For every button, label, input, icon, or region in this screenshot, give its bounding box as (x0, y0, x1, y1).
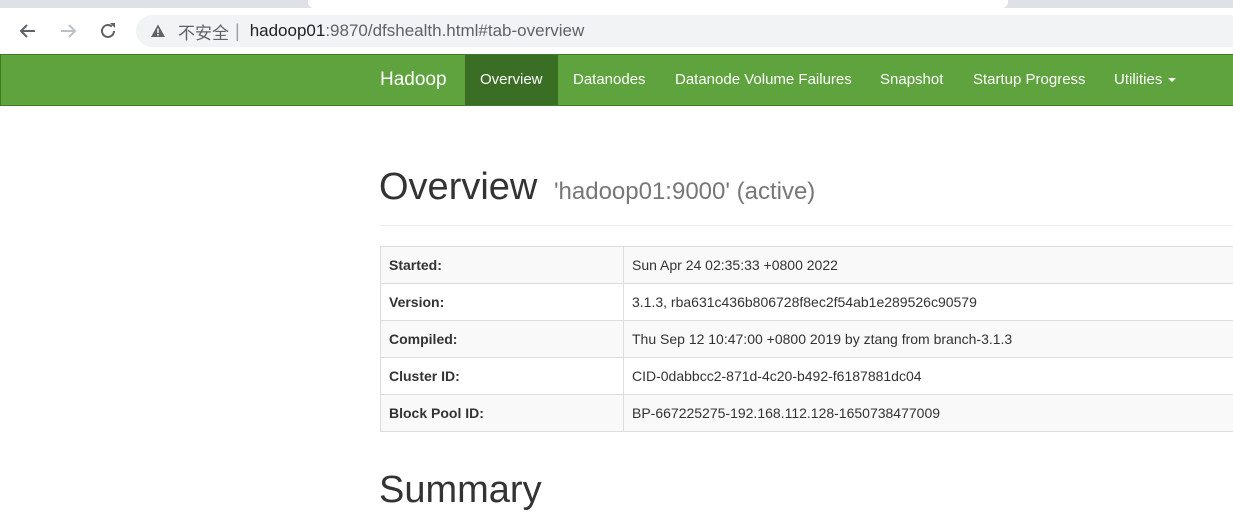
table-row: Block Pool ID: BP-667225275-192.168.112.… (381, 395, 1233, 432)
summary-title: Summary (379, 468, 542, 512)
block-pool-id-key: Block Pool ID: (381, 395, 624, 432)
nav-overview[interactable]: Overview (465, 55, 558, 105)
address-bar[interactable]: 不安全 | hadoop01 :9870/dfshealth.html#tab-… (136, 15, 1233, 47)
cluster-id-value: CID-0dabbcc2-871d-4c20-b492-f6187881dc04 (624, 358, 1233, 395)
browser-active-tab[interactable] (308, 0, 1008, 8)
namenode-subtitle: 'hadoop01:9000' (active) (554, 178, 815, 205)
browser-tabstrip (0, 0, 1233, 8)
nav-datanode-volume-failures[interactable]: Datanode Volume Failures (660, 55, 867, 105)
block-pool-id-value: BP-667225275-192.168.112.128-16507384770… (624, 395, 1233, 432)
nav-datanodes[interactable]: Datanodes (558, 55, 661, 105)
brand-link[interactable]: Hadoop (380, 55, 447, 105)
version-value: 3.1.3, rba631c436b806728f8ec2f54ab1e2895… (624, 284, 1233, 321)
table-row: Cluster ID: CID-0dabbcc2-871d-4c20-b492-… (381, 358, 1233, 395)
nav-utilities-label: Utilities (1114, 71, 1162, 88)
nav-startup-progress[interactable]: Startup Progress (958, 55, 1101, 105)
reload-button[interactable] (94, 17, 122, 45)
url-host: hadoop01 (250, 21, 326, 41)
address-separator: | (235, 21, 240, 42)
table-row: Started: Sun Apr 24 02:35:33 +0800 2022 (381, 247, 1233, 284)
url-path: :9870/dfshealth.html#tab-overview (325, 21, 584, 41)
back-button[interactable] (14, 17, 42, 45)
overview-table: Started: Sun Apr 24 02:35:33 +0800 2022 … (380, 246, 1233, 432)
warning-icon[interactable] (150, 23, 166, 39)
overview-header: Overview 'hadoop01:9000' (active) (379, 160, 1233, 226)
page-title: Overview 'hadoop01:9000' (active) (379, 160, 1233, 219)
overview-title: Overview (379, 166, 537, 208)
nav-utilities-dropdown[interactable]: Utilities (1099, 55, 1191, 105)
reload-icon (98, 21, 118, 41)
version-key: Version: (381, 284, 624, 321)
table-row: Compiled: Thu Sep 12 10:47:00 +0800 2019… (381, 321, 1233, 358)
insecure-label[interactable]: 不安全 (178, 19, 229, 44)
table-row: Version: 3.1.3, rba631c436b806728f8ec2f5… (381, 284, 1233, 321)
forward-arrow-icon (58, 21, 78, 41)
compiled-value: Thu Sep 12 10:47:00 +0800 2019 by ztang … (624, 321, 1233, 358)
back-arrow-icon (18, 21, 38, 41)
browser-toolbar: 不安全 | hadoop01 :9870/dfshealth.html#tab-… (0, 8, 1233, 54)
started-key: Started: (381, 247, 624, 284)
compiled-key: Compiled: (381, 321, 624, 358)
forward-button[interactable] (54, 17, 82, 45)
hadoop-navbar: Hadoop Overview Datanodes Datanode Volum… (0, 54, 1233, 106)
cluster-id-key: Cluster ID: (381, 358, 624, 395)
caret-down-icon (1168, 78, 1176, 82)
nav-snapshot[interactable]: Snapshot (865, 55, 958, 105)
started-value: Sun Apr 24 02:35:33 +0800 2022 (624, 247, 1233, 284)
